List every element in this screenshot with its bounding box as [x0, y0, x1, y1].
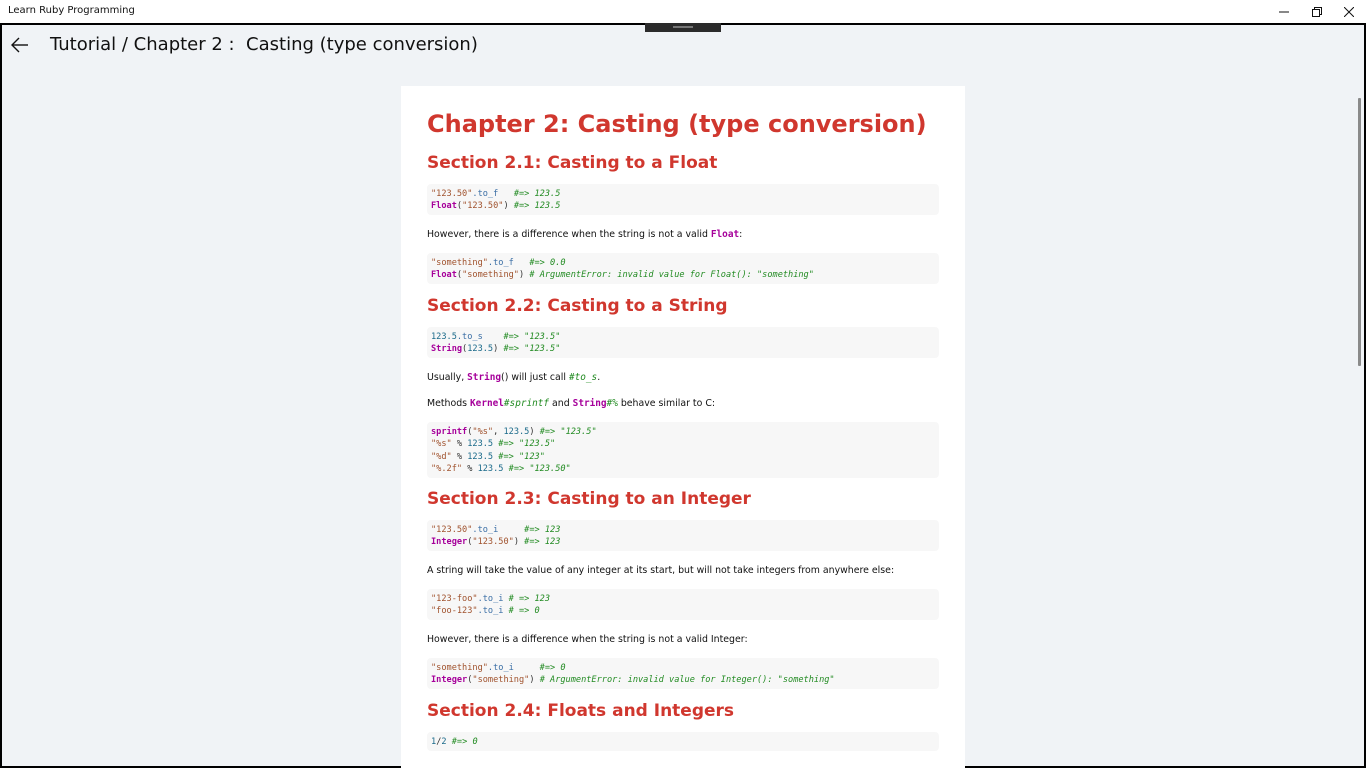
tutorial-document: Chapter 2: Casting (type conversion) Sec…	[401, 86, 965, 768]
arrow-left-icon	[11, 37, 28, 53]
code-block: 1/2 #=> 0	[427, 732, 939, 751]
code-block: "123.50".to_i #=> 123 Integer("123.50") …	[427, 520, 939, 551]
section-heading: Section 2.1: Casting to a Float	[427, 153, 718, 173]
minimize-button[interactable]	[1269, 0, 1299, 23]
close-button[interactable]	[1334, 0, 1364, 23]
app-title: Learn Ruby Programming	[8, 5, 135, 16]
code-block: sprintf("%s", 123.5) #=> "123.5" "%s" % …	[427, 422, 939, 478]
paragraph: Usually, String() will just call #to_s.	[427, 372, 601, 383]
page-title: Tutorial / Chapter 2 : Casting (type con…	[50, 34, 478, 55]
code-block: "123-foo".to_i # => 123 "foo-123".to_i #…	[427, 589, 939, 620]
paragraph: However, there is a difference when the …	[427, 634, 748, 645]
code-block: "123.50".to_f #=> 123.5 Float("123.50") …	[427, 184, 939, 215]
code-block: "something".to_i #=> 0 Integer("somethin…	[427, 658, 939, 689]
code-block: "something".to_f #=> 0.0 Float("somethin…	[427, 253, 939, 284]
close-icon	[1344, 6, 1354, 17]
section-heading: Section 2.3: Casting to an Integer	[427, 489, 751, 509]
paragraph: Methods Kernel#sprintf and String#% beha…	[427, 398, 716, 409]
section-heading: Section 2.2: Casting to a String	[427, 296, 728, 316]
chapter-title: Chapter 2: Casting (type conversion)	[427, 110, 927, 138]
scrollbar-thumb[interactable]	[1358, 98, 1361, 366]
window-frame-left	[0, 23, 2, 768]
restore-icon	[1312, 6, 1322, 17]
restore-button[interactable]	[1302, 0, 1332, 23]
minimize-icon	[1279, 11, 1289, 12]
tablet-drag-handle[interactable]	[645, 23, 721, 32]
paragraph: A string will take the value of any inte…	[427, 565, 895, 576]
section-heading: Section 2.4: Floats and Integers	[427, 701, 735, 721]
paragraph: However, there is a difference when the …	[427, 229, 743, 240]
code-block: 123.5.to_s #=> "123.5" String(123.5) #=>…	[427, 327, 939, 358]
grip-icon	[673, 26, 693, 28]
window-title-bar: Learn Ruby Programming	[0, 0, 1366, 23]
back-button[interactable]	[8, 33, 32, 57]
